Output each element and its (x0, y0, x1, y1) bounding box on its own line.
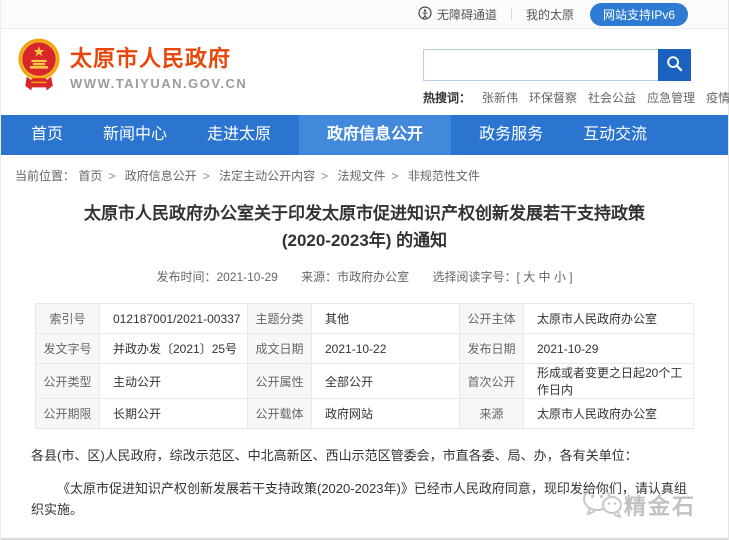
info-value: 全部公开 (311, 363, 460, 399)
breadcrumb-separator: > (321, 169, 329, 183)
info-label: 发布日期 (459, 333, 524, 364)
accessibility-link[interactable]: 无障碍通道 (418, 5, 497, 23)
accessibility-icon (418, 5, 432, 23)
breadcrumb-item[interactable]: 法规文件 (337, 169, 385, 183)
breadcrumb-item[interactable]: 首页 (78, 169, 102, 183)
hotword-link[interactable]: 张新伟 (482, 91, 518, 105)
top-utility-bar: 无障碍通道 我的太原 网站支持IPv6 (1, 0, 728, 29)
info-label: 公开属性 (247, 363, 312, 399)
document-title-line2: (2020-2023年) 的通知 (281, 231, 448, 250)
hotword-link[interactable]: 疫情防控 (706, 91, 729, 105)
breadcrumb-separator: > (108, 169, 116, 183)
info-value: 012187001/2021-00337 (99, 303, 248, 334)
breadcrumb-item[interactable]: 政府信息公开 (125, 169, 197, 183)
info-label: 索引号 (35, 303, 100, 334)
table-row: 发文字号 并政办发〔2021〕25号 成文日期 2021-10-22 发布日期 … (35, 333, 694, 364)
breadcrumb-separator: > (391, 169, 399, 183)
nav-item-gov-info-disclosure[interactable]: 政府信息公开 (299, 115, 452, 155)
topbar-divider (510, 8, 512, 20)
breadcrumb-separator: > (202, 169, 210, 183)
search-icon (666, 55, 683, 75)
document-meta: 发布时间：2021-10-29 来源：市政府办公室 选择阅读字号：[ 大 中 小… (1, 268, 728, 285)
info-value: 长期公开 (99, 398, 248, 429)
table-row: 索引号 012187001/2021-00337 主题分类 其他 公开主体 太原… (35, 303, 694, 334)
my-taiyuan-link[interactable]: 我的太原 (526, 6, 574, 23)
table-row: 公开期限 长期公开 公开载体 政府网站 来源 太原市人民政府办公室 (35, 398, 694, 429)
ipv6-badge[interactable]: 网站支持IPv6 (589, 2, 688, 26)
hot-search-words: 热搜词：张新伟环保督察社会公益应急管理疫情防控营商环境天气预报 (423, 89, 729, 106)
hotword-link[interactable]: 应急管理 (647, 91, 695, 105)
site-name: 太原市人民政府 (70, 46, 232, 71)
info-value: 主动公开 (99, 363, 248, 399)
publish-time: 发布时间：2021-10-29 (156, 270, 278, 284)
body-paragraph-2: 《太原市促进知识产权创新发展若干支持政策(2020-2023年)》已经市人民政府… (31, 481, 687, 517)
search-button[interactable] (658, 49, 691, 81)
info-label: 公开类型 (35, 363, 100, 399)
info-value: 形成或者变更之日起20个工作日内 (523, 363, 694, 399)
info-label: 来源 (459, 398, 524, 429)
document-info-table: 索引号 012187001/2021-00337 主题分类 其他 公开主体 太原… (35, 303, 694, 429)
info-label: 主题分类 (247, 303, 312, 334)
info-value: 2021-10-29 (523, 333, 694, 364)
info-value: 并政办发〔2021〕25号 (99, 333, 248, 364)
document-source: 来源：市政府办公室 (301, 270, 410, 284)
info-value: 太原市人民政府办公室 (523, 303, 694, 334)
info-value: 太原市人民政府办公室 (523, 398, 694, 429)
info-label: 发文字号 (35, 333, 100, 364)
site-header: 太原市人民政府 WWW.TAIYUAN.GOV.CN 热搜词： 张新伟 环保督察 社会… (1, 29, 729, 115)
nav-item-interaction[interactable]: 互动交流 (571, 115, 659, 155)
search-area: 热搜词：张新伟环保督察社会公益应急管理疫情防控营商环境天气预报 (423, 49, 729, 106)
info-label: 公开期限 (35, 398, 100, 429)
nav-item-home[interactable]: 首页 (19, 115, 75, 155)
my-taiyuan-label: 我的太原 (525, 7, 574, 22)
breadcrumb: 当前位置： 首页 > 政府信息公开 > 法定主动公开内容 > 法规文件 > 非规范性文件 (1, 155, 728, 184)
document-title: 太原市人民政府办公室关于印发太原市促进知识产权创新发展若干支持政策 (2020-… (1, 200, 728, 254)
document-body: 各县(市、区)人民政府，综改示范区、中北高新区、西山示范区管委会，市直各委、局、… (31, 445, 698, 520)
nav-item-gov-services[interactable]: 政务服务 (467, 115, 555, 155)
info-label: 成文日期 (247, 333, 312, 364)
logo-text: 太原市人民政府 WWW.TAIYUAN.GOV.CN (70, 46, 247, 91)
accessibility-label: 无障碍通道 (436, 7, 497, 22)
hotword-link[interactable]: 环保督察 (529, 91, 577, 105)
nav-item-about-taiyuan[interactable]: 走进太原 (195, 115, 283, 155)
info-label: 首次公开 (459, 363, 524, 399)
fontsize-options[interactable]: [ 大 中 小 ] (517, 270, 573, 284)
breadcrumb-item[interactable]: 法定主动公开内容 (219, 169, 315, 183)
info-label: 公开载体 (247, 398, 312, 429)
site-url: WWW.TAIYUAN.GOV.CN (70, 76, 248, 91)
main-nav: 首页 新闻中心 走进太原 政府信息公开 政务服务 互动交流 (1, 115, 728, 155)
info-value: 政府网站 (311, 398, 460, 429)
fontsize-label: 选择阅读字号： (432, 270, 517, 284)
nav-item-news[interactable]: 新闻中心 (91, 115, 179, 155)
site-logo[interactable]: 太原市人民政府 WWW.TAIYUAN.GOV.CN (16, 37, 247, 100)
body-paragraph-1: 各县(市、区)人民政府，综改示范区、中北高新区、西山示范区管委会，市直各委、局、… (31, 448, 638, 463)
info-label: 公开主体 (459, 303, 524, 334)
breadcrumb-item[interactable]: 非规范性文件 (408, 169, 480, 183)
info-value: 其他 (311, 303, 460, 334)
breadcrumb-prefix: 当前位置： (15, 169, 76, 183)
document-title-line1: 太原市人民政府办公室关于印发太原市促进知识产权创新发展若干支持政策 (84, 204, 645, 223)
hotword-link[interactable]: 社会公益 (588, 91, 636, 105)
info-value: 2021-10-22 (311, 333, 460, 364)
national-emblem-icon (16, 37, 62, 100)
search-input[interactable] (423, 49, 658, 81)
hotwords-label: 热搜词： (423, 91, 472, 105)
table-row: 公开类型 主动公开 公开属性 全部公开 首次公开 形成或者变更之日起20个工作日… (35, 363, 694, 399)
